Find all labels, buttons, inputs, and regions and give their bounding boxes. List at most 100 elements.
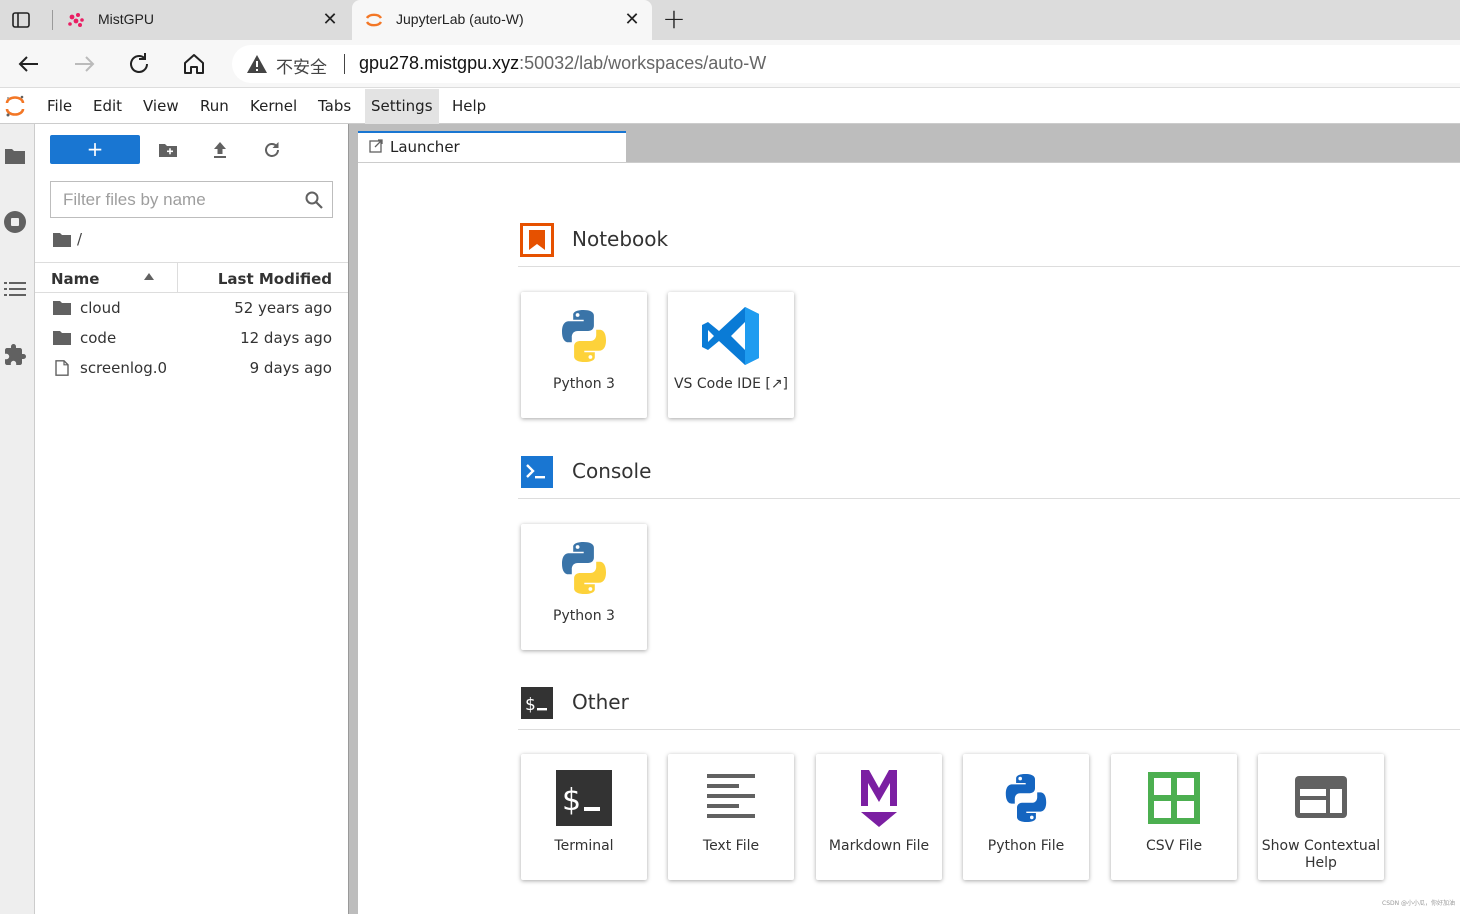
column-separator[interactable] (177, 263, 178, 292)
menu-file[interactable]: File (47, 89, 72, 124)
file-name: screenlog.0 (80, 359, 168, 377)
left-activity-bar (0, 124, 35, 914)
menu-help[interactable]: Help (452, 89, 486, 124)
browser-tab-mistgpu[interactable]: MistGPU ✕ (54, 0, 350, 40)
file-list-item[interactable]: screenlog.0 9 days ago (35, 354, 348, 384)
document-tab-bar: Launcher (358, 124, 1460, 162)
breadcrumb-root[interactable]: / (77, 230, 82, 248)
home-folder-icon[interactable] (53, 232, 71, 247)
card-label: Python 3 (553, 376, 615, 392)
menu-view[interactable]: View (143, 89, 179, 124)
launcher-tab-icon (369, 139, 383, 153)
back-icon[interactable] (15, 50, 43, 78)
forward-icon[interactable] (70, 50, 98, 78)
launcher-card-csv-file[interactable]: CSV File (1111, 754, 1237, 880)
watermark-text: CSDN @小小瓜，你好加油 (1382, 900, 1456, 907)
last-modified-column-header[interactable]: Last Modified (218, 270, 332, 288)
console-icon (521, 456, 553, 488)
new-tab-button[interactable]: + (662, 5, 686, 33)
file-modified: 52 years ago (234, 299, 332, 317)
text-file-icon (699, 766, 763, 830)
upload-icon[interactable] (209, 139, 231, 161)
file-list-item[interactable]: code 12 days ago (35, 324, 348, 354)
menu-settings[interactable]: Settings (365, 89, 439, 124)
launcher-card-python-file[interactable]: Python File (963, 754, 1089, 880)
file-modified: 12 days ago (240, 329, 332, 347)
launcher-card-python3-console[interactable]: Python 3 (521, 524, 647, 650)
filter-files-input[interactable] (51, 182, 301, 217)
file-name: cloud (80, 299, 121, 317)
extension-manager-icon[interactable] (3, 343, 27, 367)
close-tab-icon[interactable]: ✕ (622, 10, 642, 30)
csv-icon (1142, 766, 1206, 830)
tab-actions-icon[interactable] (10, 9, 32, 31)
mistgpu-favicon-icon (68, 13, 84, 27)
launcher-card-python3-notebook[interactable]: Python 3 (521, 292, 647, 418)
launcher-panel: Notebook Python 3 VS Code IDE [↗] Consol… (358, 162, 1460, 914)
refresh-file-list-icon[interactable] (261, 139, 283, 161)
new-launcher-button[interactable]: + (50, 135, 140, 164)
tab-separator (52, 10, 53, 30)
other-terminal-icon: $ (521, 687, 553, 719)
url-host: gpu278.mistgpu.xyz (359, 53, 520, 73)
section-title: Notebook (572, 227, 669, 251)
section-console: Console (518, 451, 1460, 499)
jupyter-logo-icon (5, 95, 25, 117)
menu-kernel[interactable]: Kernel (250, 89, 297, 124)
address-bar[interactable]: 不安全 gpu278.mistgpu.xyz:50032/lab/workspa… (232, 45, 1460, 83)
card-label: Python 3 (553, 608, 615, 624)
refresh-icon[interactable] (125, 50, 153, 78)
file-modified: 9 days ago (249, 359, 332, 377)
security-label[interactable]: 不安全 (276, 53, 327, 78)
url-separator (344, 54, 345, 74)
card-label: Python File (987, 838, 1065, 854)
menu-run[interactable]: Run (200, 89, 229, 124)
card-label: Text File (702, 838, 760, 854)
new-folder-icon[interactable] (157, 139, 179, 161)
browser-tab-strip: MistGPU ✕ JupyterLab (auto-W) ✕ + (0, 0, 1460, 40)
launcher-card-vscode[interactable]: VS Code IDE [↗] (668, 292, 794, 418)
card-label: CSV File (1145, 838, 1203, 854)
python-file-icon (994, 766, 1058, 830)
name-column-header[interactable]: Name (51, 270, 99, 288)
url-text[interactable]: gpu278.mistgpu.xyz:50032/lab/workspaces/… (359, 53, 766, 74)
launcher-card-contextual-help[interactable]: Show Contextual Help (1258, 754, 1384, 880)
card-label: Terminal (554, 838, 614, 854)
browser-toolbar: 不安全 gpu278.mistgpu.xyz:50032/lab/workspa… (0, 40, 1460, 88)
file-icon (55, 360, 69, 376)
python-icon (552, 536, 616, 600)
home-icon[interactable] (180, 50, 208, 78)
section-title: Console (572, 459, 652, 483)
browser-tab-title: JupyterLab (auto-W) (396, 11, 524, 27)
svg-text:$: $ (525, 695, 536, 715)
card-label: VS Code IDE [↗] (673, 376, 789, 392)
tab-title: Launcher (390, 138, 460, 156)
running-sessions-icon[interactable] (3, 210, 27, 234)
warning-icon[interactable] (246, 54, 268, 74)
jupyter-menubar: File Edit View Run Kernel Tabs Settings … (0, 89, 1460, 124)
launcher-card-terminal[interactable]: $ Terminal (521, 754, 647, 880)
file-browser-icon[interactable] (3, 144, 27, 168)
folder-icon (53, 331, 71, 345)
file-filter-box (50, 181, 333, 218)
launcher-card-markdown-file[interactable]: Markdown File (816, 754, 942, 880)
svg-text:$: $ (562, 783, 581, 818)
browser-tab-title: MistGPU (98, 11, 154, 27)
search-icon (305, 191, 323, 209)
terminal-icon: $ (552, 766, 616, 830)
section-notebook: Notebook (518, 219, 1460, 267)
tab-launcher[interactable]: Launcher (358, 131, 626, 162)
panel-splitter[interactable] (348, 124, 358, 914)
table-of-contents-icon[interactable] (3, 277, 27, 301)
launcher-card-text-file[interactable]: Text File (668, 754, 794, 880)
vscode-icon (699, 304, 763, 368)
menu-edit[interactable]: Edit (93, 89, 122, 124)
menu-tabs[interactable]: Tabs (318, 89, 351, 124)
file-name: code (80, 329, 117, 347)
url-path: :50032/lab/workspaces/auto-W (519, 53, 767, 73)
file-list-item[interactable]: cloud 52 years ago (35, 294, 348, 324)
section-other: $ Other (518, 682, 1460, 730)
close-tab-icon[interactable]: ✕ (320, 10, 340, 30)
browser-tab-jupyterlab[interactable]: JupyterLab (auto-W) ✕ (352, 0, 652, 40)
card-label: Show Contextual Help (1261, 838, 1381, 871)
